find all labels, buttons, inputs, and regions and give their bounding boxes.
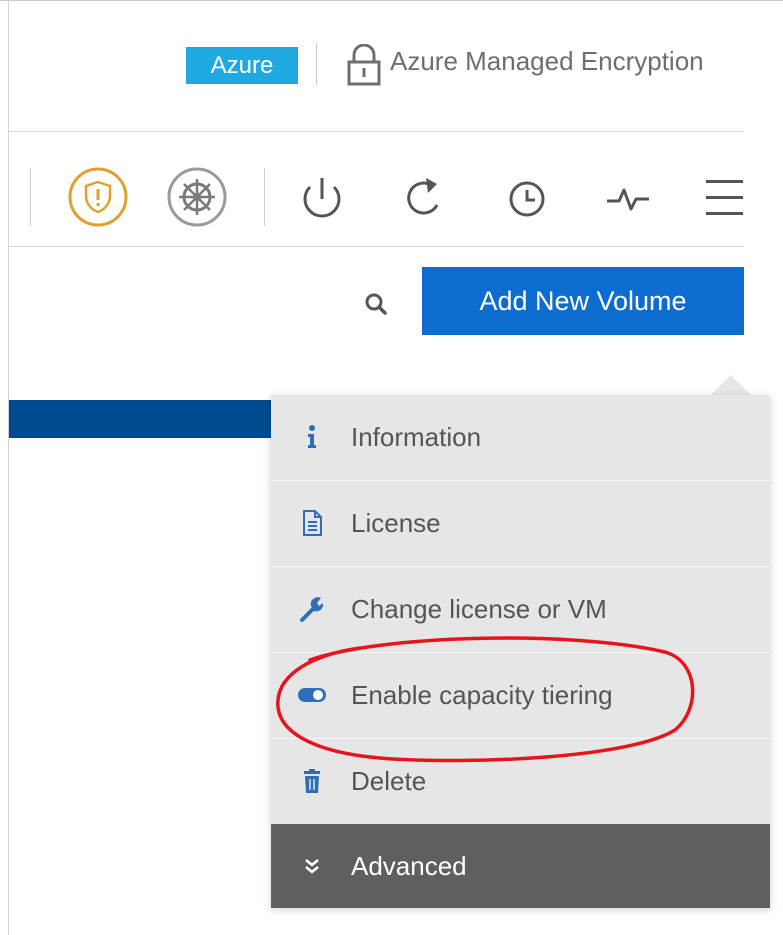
- window-left-border: [8, 0, 9, 935]
- cloud-provider-badge: Azure: [186, 47, 298, 84]
- menu-item-label: Advanced: [351, 851, 467, 881]
- clock-icon[interactable]: [495, 165, 559, 229]
- kubernetes-wheel-icon[interactable]: [165, 165, 229, 229]
- shield-warning-icon[interactable]: [66, 165, 130, 229]
- selected-row-highlight[interactable]: [9, 400, 271, 438]
- wrench-icon: [297, 594, 327, 624]
- encryption-label: Azure Managed Encryption: [390, 46, 704, 76]
- toggle-icon: [297, 680, 327, 710]
- toolbar-divider: [9, 246, 744, 247]
- search-icon[interactable]: [360, 288, 392, 320]
- menu-item-label: Information: [351, 422, 482, 452]
- trash-icon: [297, 766, 327, 796]
- menu-item-label: Change license or VM: [351, 594, 607, 624]
- info-icon: [297, 422, 327, 452]
- menu-item-license[interactable]: License: [271, 481, 770, 567]
- double-chevron-down-icon: [297, 851, 327, 881]
- lock-icon: [346, 43, 382, 86]
- toolbar-separator: [30, 168, 31, 226]
- menu-item-label: Enable capacity tiering: [351, 680, 613, 710]
- header-divider: [9, 131, 744, 132]
- hamburger-menu-icon[interactable]: [703, 165, 743, 229]
- working-environment-menu: Information License Change license or VM: [271, 395, 770, 908]
- toolbar-separator: [264, 168, 265, 226]
- window-top-border: [0, 0, 783, 1]
- menu-item-information[interactable]: Information: [271, 395, 770, 481]
- activity-pulse-icon[interactable]: [597, 165, 661, 229]
- menu-pointer: [711, 375, 751, 395]
- menu-item-advanced[interactable]: Advanced: [271, 824, 770, 908]
- menu-item-change-license[interactable]: Change license or VM: [271, 567, 770, 653]
- power-icon[interactable]: [290, 165, 354, 229]
- refresh-icon[interactable]: [393, 165, 457, 229]
- add-new-volume-button[interactable]: Add New Volume: [422, 267, 744, 335]
- menu-item-label: License: [351, 508, 441, 538]
- menu-item-enable-capacity-tiering[interactable]: Enable capacity tiering: [271, 653, 770, 739]
- menu-item-label: Delete: [351, 766, 427, 796]
- document-icon: [297, 508, 327, 538]
- header-separator: [316, 42, 317, 86]
- menu-item-delete[interactable]: Delete: [271, 739, 770, 825]
